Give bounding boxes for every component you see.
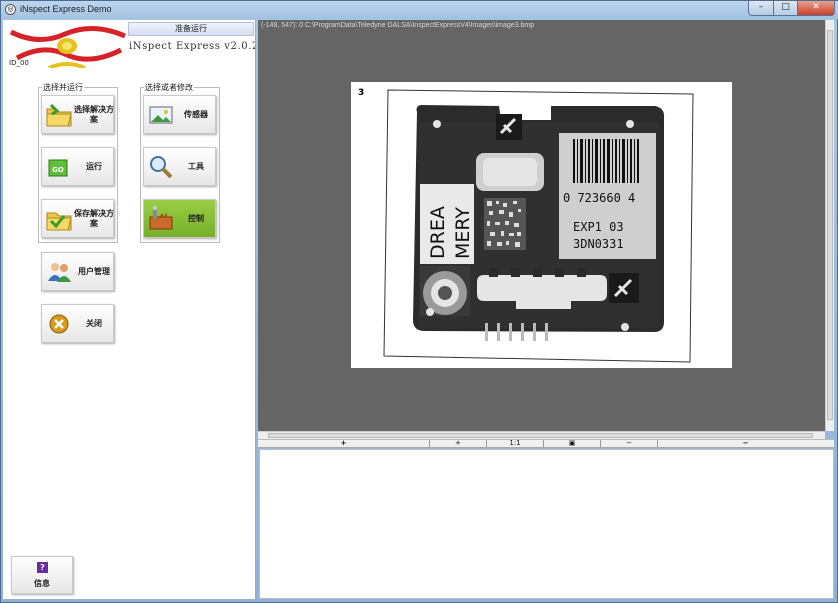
control-button[interactable]: 控制 xyxy=(143,199,216,238)
zoom-in-small-button[interactable]: + xyxy=(430,440,487,447)
label-line-1: EXP1 03 xyxy=(573,220,624,234)
minimize-button[interactable]: – xyxy=(748,1,774,16)
user-management-label: 用户管理 xyxy=(78,266,110,276)
zoom-out-small-button[interactable]: − xyxy=(601,440,658,447)
maximize-button[interactable]: □ xyxy=(773,1,798,16)
select-solution-label: 选择解决方案 xyxy=(74,104,114,124)
zoom-in-button[interactable]: + xyxy=(258,440,430,447)
info-label: 信息 xyxy=(34,579,50,588)
label-line-2: 3DN0331 xyxy=(573,237,624,251)
app-window: ◎ iNspect Express Demo – □ ✕ 准备运行 iNspec… xyxy=(0,0,838,603)
vertical-scrollbar[interactable] xyxy=(825,20,834,431)
zoom-toolbar: + + 1:1 ▣ − − xyxy=(258,439,834,448)
save-solution-button[interactable]: 保存解决方案 xyxy=(41,199,114,238)
close-window-button[interactable]: ✕ xyxy=(797,1,835,16)
device-id-label: ID_00 xyxy=(9,59,29,67)
version-label: iNspect Express v2.0.2.0 xyxy=(129,41,255,52)
user-management-button[interactable]: 用户管理 xyxy=(41,252,114,291)
actual-size-button[interactable]: 1:1 xyxy=(487,440,544,447)
sticker-line-2: MERY xyxy=(452,207,474,259)
horizontal-scrollbar[interactable] xyxy=(258,431,825,439)
vertical-scroll-thumb[interactable] xyxy=(827,30,833,420)
help-icon: ? xyxy=(37,562,48,573)
image-icon xyxy=(149,106,173,124)
control-label: 控制 xyxy=(188,213,204,223)
app-icon: ◎ xyxy=(5,4,16,15)
window-title: iNspect Express Demo xyxy=(20,4,112,14)
run-button[interactable]: GO 运行 xyxy=(41,147,114,186)
select-solution-button[interactable]: 选择解决方案 xyxy=(41,95,114,134)
sensor-button[interactable]: 传感器 xyxy=(143,95,216,134)
fit-window-button[interactable]: ▣ xyxy=(544,440,601,447)
save-solution-label: 保存解决方案 xyxy=(74,208,114,228)
info-button[interactable]: ? 信息 xyxy=(11,556,73,594)
close-button[interactable]: 关闭 xyxy=(41,304,114,343)
tools-button[interactable]: 工具 xyxy=(143,147,216,186)
edit-group-label: 选择或者修改 xyxy=(144,82,194,93)
frame-number: 3 xyxy=(358,88,364,98)
close-circle-icon xyxy=(49,314,69,334)
title-bar[interactable]: ◎ iNspect Express Demo – □ ✕ xyxy=(1,1,838,19)
barcode-number: 0 723660 4 xyxy=(563,191,635,205)
go-icon: GO xyxy=(48,159,68,177)
camera-image: 3 0 723660 4 EXP1 03 3DN0331 DREA MERY xyxy=(351,82,732,368)
folder-save-icon xyxy=(46,212,72,231)
left-panel: 准备运行 iNspect Express v2.0.2.0 ID_00 选择并运… xyxy=(3,20,256,599)
magnifier-icon xyxy=(150,156,173,179)
close-label: 关闭 xyxy=(86,318,102,328)
run-group-label: 选择并运行 xyxy=(42,82,84,93)
inspection-image[interactable]: 3 0 723660 4 EXP1 03 3DN0331 DREA MERY xyxy=(351,82,732,368)
sticker-line-1: DREA xyxy=(427,206,449,259)
results-panel xyxy=(259,449,834,599)
factory-icon xyxy=(149,206,173,230)
tools-label: 工具 xyxy=(188,161,204,171)
folder-icon xyxy=(46,103,72,127)
horizontal-scroll-thumb[interactable] xyxy=(268,433,813,438)
zoom-out-button[interactable]: − xyxy=(658,440,833,447)
run-label: 运行 xyxy=(86,161,102,171)
users-icon xyxy=(48,263,71,282)
sensor-label: 传感器 xyxy=(184,109,208,119)
cursor-coordinates: (-148, 547): 0 C:\ProgramData\Teledyne D… xyxy=(261,22,535,29)
svg-text:GO: GO xyxy=(52,166,64,174)
status-indicator: 准备运行 xyxy=(128,22,254,36)
